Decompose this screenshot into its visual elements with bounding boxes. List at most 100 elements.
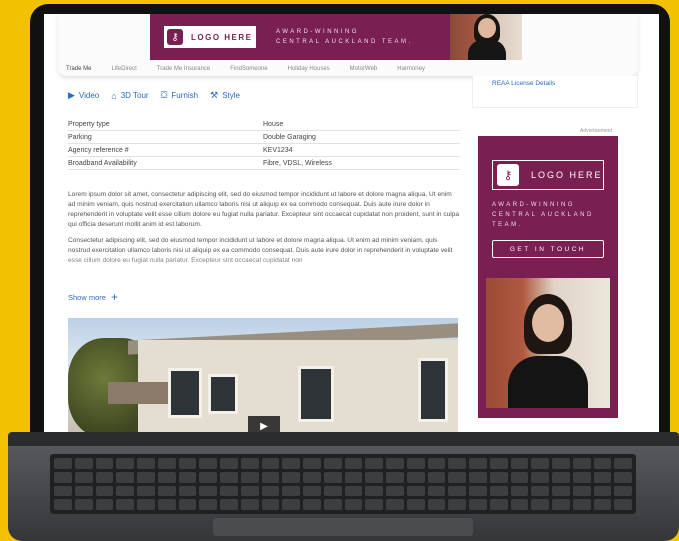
nav-tab-lifedirect[interactable]: LifeDirect	[111, 66, 136, 72]
house-icon: ⌂	[111, 90, 117, 101]
keyboard-key	[261, 499, 280, 510]
keyboard-key	[448, 471, 466, 483]
keyboard-key	[282, 499, 300, 510]
keyboard-key	[448, 458, 466, 469]
keyboard-key	[427, 471, 446, 483]
keyboard-key	[572, 499, 591, 510]
keyboard-key	[323, 499, 342, 510]
keyboard-key	[137, 458, 155, 469]
style-label: Style	[222, 91, 240, 100]
laptop-screen: ⚷ LOGO HERE AWARD-WINNING CENTRAL AUCKLA…	[44, 14, 659, 432]
video-link[interactable]: ▶ Video	[68, 90, 99, 101]
agent-photo	[486, 278, 610, 408]
keyboard-key	[531, 471, 549, 483]
nav-tab-holiday-houses[interactable]: Holiday Houses	[288, 66, 330, 72]
description-fade	[68, 254, 460, 278]
keyboard-key	[489, 471, 508, 483]
3d-tour-link[interactable]: ⌂ 3D Tour	[111, 91, 148, 101]
keyboard-key	[365, 499, 383, 510]
keyboard-key	[593, 458, 612, 469]
keyboard-key	[261, 471, 280, 483]
3d-tour-label: 3D Tour	[120, 91, 149, 100]
keyboard-key	[386, 499, 404, 510]
detail-key: Agency reference #	[68, 146, 129, 154]
keyboard-key	[427, 485, 446, 497]
keyboard-key	[282, 471, 300, 483]
keyboard-key	[427, 458, 446, 469]
get-in-touch-button[interactable]: GET IN TOUCH	[492, 240, 604, 258]
nav-tab-findsomeone[interactable]: FindSomeone	[230, 66, 267, 72]
banner-logo-text: LOGO HERE	[191, 32, 253, 42]
keyboard-key	[572, 471, 591, 483]
keyboard-key	[510, 458, 529, 469]
detail-key: Property type	[68, 120, 110, 128]
keyboard-key	[469, 471, 487, 483]
keyboard-key	[199, 458, 217, 469]
reaa-license-link[interactable]: REAA License Details	[492, 80, 555, 87]
keyboard-key	[614, 458, 632, 469]
keyboard-key	[74, 485, 93, 497]
keyboard-key	[323, 485, 342, 497]
keyboard-key	[593, 499, 612, 510]
keyboard-key	[510, 485, 529, 497]
keyboard-key	[178, 471, 197, 483]
keyboard-key	[74, 499, 93, 510]
keyboard-key	[365, 485, 383, 497]
keyboard-key	[282, 485, 300, 497]
furnish-link[interactable]: ⛋ Furnish	[161, 90, 199, 101]
detail-value: KEV1234	[263, 146, 293, 154]
keyboard-key	[282, 458, 300, 469]
keyboard-key	[552, 499, 570, 510]
header-bar: ⚷ LOGO HERE AWARD-WINNING CENTRAL AUCKLA…	[58, 14, 638, 76]
keyboard-key	[95, 471, 114, 483]
keyboard-key	[157, 458, 176, 469]
play-video-button[interactable]: ▶	[248, 416, 280, 432]
nav-tab-harmoney[interactable]: Harmoney	[397, 66, 425, 72]
keyboard-key	[220, 499, 238, 510]
keyboard-key	[74, 458, 93, 469]
keyboard-key	[614, 499, 632, 510]
keyboard-key	[54, 458, 72, 469]
keyboard-key	[54, 471, 72, 483]
keyboard-key	[531, 499, 549, 510]
keyboard-key	[469, 499, 487, 510]
keyboard-key	[54, 485, 72, 497]
keyboard-key	[593, 485, 612, 497]
keyboard-key	[614, 485, 632, 497]
keyboard	[50, 454, 636, 514]
keyboard-key	[303, 471, 321, 483]
property-details-table: Property type House Parking Double Garag…	[68, 118, 460, 170]
keyboard-key	[593, 471, 612, 483]
keyboard-key	[240, 458, 259, 469]
sidebar-ad[interactable]: ⚷ LOGO HERE AWARD-WINNING CENTRAL AUCKLA…	[478, 136, 618, 418]
table-row: Broadband Availability Fibre, VDSL, Wire…	[68, 157, 460, 170]
nav-tab-insurance[interactable]: Trade Me Insurance	[157, 66, 210, 72]
show-more-button[interactable]: Show more +	[68, 290, 118, 304]
keyboard-key	[469, 485, 487, 497]
banner-tagline: AWARD-WINNING CENTRAL AUCKLAND TEAM.	[276, 27, 413, 47]
property-photo[interactable]: ▶	[68, 318, 458, 432]
ad-tagline: AWARD-WINNING CENTRAL AUCKLAND TEAM.	[492, 200, 612, 230]
keyboard-key	[199, 471, 217, 483]
description-paragraph-1: Lorem ipsum dolor sit amet, consectetur …	[68, 191, 460, 228]
ad-tagline-line2: CENTRAL AUCKLAND	[492, 212, 594, 218]
top-banner-ad[interactable]: ⚷ LOGO HERE AWARD-WINNING CENTRAL AUCKLA…	[150, 14, 522, 60]
touchpad	[213, 518, 473, 536]
detail-value: House	[263, 120, 284, 128]
detail-key: Broadband Availability	[68, 159, 137, 167]
style-link[interactable]: ⚒ Style	[210, 90, 240, 101]
keyboard-key	[406, 499, 425, 510]
nav-tab-motorweb[interactable]: MotorWeb	[350, 66, 378, 72]
keyboard-key	[510, 471, 529, 483]
keyboard-key	[406, 471, 425, 483]
nav-tab-trade-me[interactable]: Trade Me	[66, 66, 91, 72]
furnish-label: Furnish	[171, 91, 199, 100]
keyboard-key	[240, 499, 259, 510]
keyboard-key	[572, 458, 591, 469]
keyboard-key	[157, 471, 176, 483]
keyboard-key	[199, 499, 217, 510]
keyboard-key	[303, 499, 321, 510]
sofa-icon: ⛋	[160, 90, 168, 100]
play-icon: ▶	[68, 90, 75, 100]
keyboard-key	[552, 458, 570, 469]
